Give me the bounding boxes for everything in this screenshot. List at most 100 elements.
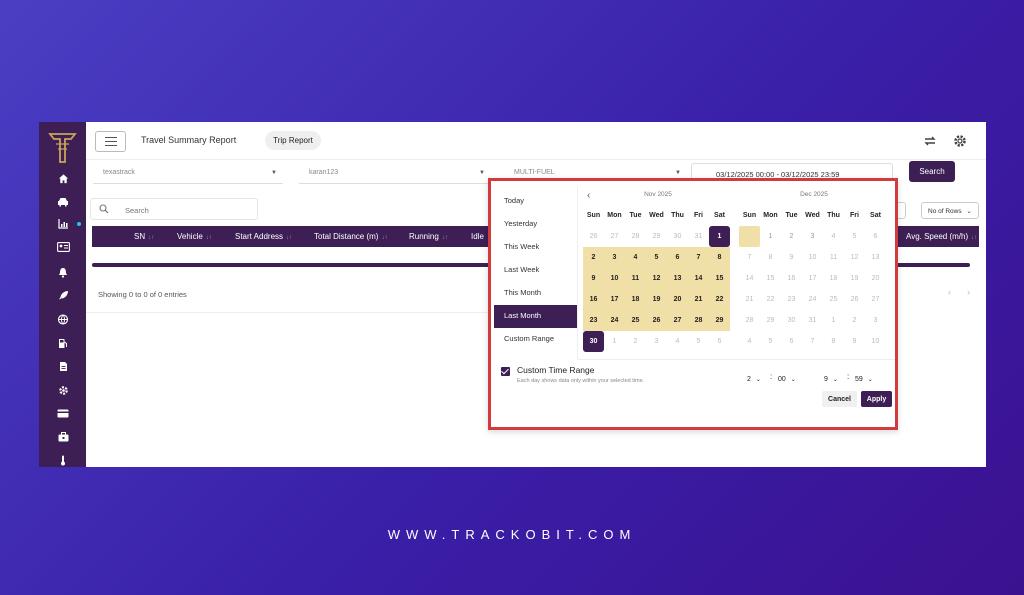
calendar-day[interactable]: 26	[646, 310, 667, 331]
col-running[interactable]: Running ↓↑	[409, 232, 448, 241]
calendar-day[interactable]: 27	[865, 289, 886, 310]
calendar-day[interactable]: 3	[604, 247, 625, 268]
swap-icon[interactable]	[922, 133, 938, 149]
table-search-input[interactable]	[125, 203, 245, 217]
range-this-month[interactable]: This Month	[494, 282, 577, 305]
calendar-day[interactable]: 30	[739, 226, 760, 247]
calendar-day[interactable]: 15	[760, 268, 781, 289]
calendar-day[interactable]: 4	[739, 331, 760, 352]
table-search[interactable]	[90, 198, 258, 220]
calendar-day[interactable]: 4	[625, 247, 646, 268]
calendar-day[interactable]: 12	[844, 247, 865, 268]
document-icon[interactable]	[53, 358, 73, 374]
calendar-day[interactable]: 2	[583, 247, 604, 268]
chart-icon[interactable]	[53, 216, 73, 232]
home-icon[interactable]	[53, 170, 73, 186]
calendar-day[interactable]: 20	[865, 268, 886, 289]
calendar-day[interactable]: 6	[709, 331, 730, 352]
end-min-select[interactable]: 59 ⌄	[855, 372, 873, 386]
calendar-day[interactable]: 31	[688, 226, 709, 247]
calendar-day[interactable]: 23	[583, 310, 604, 331]
calendar-day[interactable]: 1	[709, 226, 730, 247]
calendar-day[interactable]: 3	[646, 331, 667, 352]
car-icon[interactable]	[53, 194, 73, 210]
calendar-day[interactable]: 29	[709, 310, 730, 331]
calendar-day[interactable]: 28	[739, 310, 760, 331]
col-total-distance[interactable]: Total Distance (m) ↓↑	[314, 232, 387, 241]
toolbox-icon[interactable]	[53, 429, 73, 445]
calendar-day[interactable]: 9	[844, 331, 865, 352]
calendar-day[interactable]: 10	[865, 331, 886, 352]
calendar-day[interactable]: 7	[802, 331, 823, 352]
globe-icon[interactable]	[53, 311, 73, 327]
calendar-day[interactable]: 12	[646, 268, 667, 289]
calendar-day[interactable]: 30	[667, 226, 688, 247]
calendar-day[interactable]: 15	[709, 268, 730, 289]
calendar-day[interactable]: 24	[604, 310, 625, 331]
calendar-day[interactable]: 11	[625, 268, 646, 289]
range-custom[interactable]: Custom Range	[494, 328, 577, 351]
calendar-day[interactable]: 17	[802, 268, 823, 289]
calendar-day[interactable]: 2	[844, 310, 865, 331]
calendar-day[interactable]: 21	[739, 289, 760, 310]
start-hour-select[interactable]: 2 ⌄	[747, 372, 761, 386]
col-start-address[interactable]: Start Address ↓↑	[235, 232, 292, 241]
start-min-select[interactable]: 00 ⌄	[778, 372, 796, 386]
calendar-day[interactable]: 5	[688, 331, 709, 352]
calendar-day[interactable]: 13	[865, 247, 886, 268]
end-hour-select[interactable]: 9 ⌄	[824, 372, 838, 386]
calendar-day[interactable]: 1	[760, 226, 781, 247]
rocket-icon[interactable]	[53, 287, 73, 303]
calendar-day[interactable]: 22	[760, 289, 781, 310]
apply-button[interactable]: Apply	[861, 391, 892, 407]
calendar-day[interactable]: 30	[781, 310, 802, 331]
custom-time-checkbox[interactable]	[501, 367, 510, 376]
calendar-day[interactable]: 2	[625, 331, 646, 352]
calendar-day[interactable]: 11	[823, 247, 844, 268]
calendar-day[interactable]: 6	[865, 226, 886, 247]
id-card-icon[interactable]	[53, 239, 73, 255]
range-this-week[interactable]: This Week	[494, 236, 577, 259]
range-today[interactable]: Today	[494, 190, 577, 213]
calendar-day[interactable]: 5	[646, 247, 667, 268]
calendar-day[interactable]: 29	[760, 310, 781, 331]
calendar-day[interactable]: 25	[625, 310, 646, 331]
calendar-day[interactable]: 14	[688, 268, 709, 289]
cancel-button[interactable]: Cancel	[822, 391, 857, 407]
calendar-day[interactable]: 8	[709, 247, 730, 268]
calendar-day[interactable]: 26	[583, 226, 604, 247]
calendar-day[interactable]: 23	[781, 289, 802, 310]
range-last-week[interactable]: Last Week	[494, 259, 577, 282]
calendar-day[interactable]: 16	[583, 289, 604, 310]
range-last-month[interactable]: Last Month	[494, 305, 577, 328]
trip-report-chip[interactable]: Trip Report	[265, 131, 321, 150]
bell-icon[interactable]	[53, 264, 73, 280]
calendar-day[interactable]: 1	[604, 331, 625, 352]
calendar-day[interactable]: 22	[709, 289, 730, 310]
calendar-day[interactable]: 8	[760, 247, 781, 268]
calendar-day[interactable]: 10	[802, 247, 823, 268]
calendar-day[interactable]: 28	[625, 226, 646, 247]
pager-next-icon[interactable]: ›	[967, 287, 970, 297]
calendar-day[interactable]: 10	[604, 268, 625, 289]
calendar-day[interactable]: 9	[583, 268, 604, 289]
vehicle-select[interactable]: karan123 ▼	[299, 164, 491, 184]
calendar-day[interactable]: 16	[781, 268, 802, 289]
thermometer-icon[interactable]	[53, 452, 73, 467]
calendar-day[interactable]: 26	[844, 289, 865, 310]
calendar-day[interactable]: 28	[688, 310, 709, 331]
calendar-day[interactable]: 4	[667, 331, 688, 352]
gear-icon[interactable]	[952, 133, 968, 149]
calendar-day[interactable]: 29	[646, 226, 667, 247]
search-button[interactable]: Search	[909, 161, 955, 182]
pager-prev-icon[interactable]: ‹	[948, 287, 951, 297]
calendar-day[interactable]: 27	[604, 226, 625, 247]
calendar-day[interactable]: 24	[802, 289, 823, 310]
calendar-day[interactable]: 31	[802, 310, 823, 331]
calendar-day[interactable]: 13	[667, 268, 688, 289]
menu-button[interactable]	[95, 131, 126, 152]
calendar-day[interactable]: 18	[625, 289, 646, 310]
calendar-day[interactable]: 1	[823, 310, 844, 331]
col-sn[interactable]: SN ↓↑	[134, 232, 154, 241]
calendar-day[interactable]: 21	[688, 289, 709, 310]
